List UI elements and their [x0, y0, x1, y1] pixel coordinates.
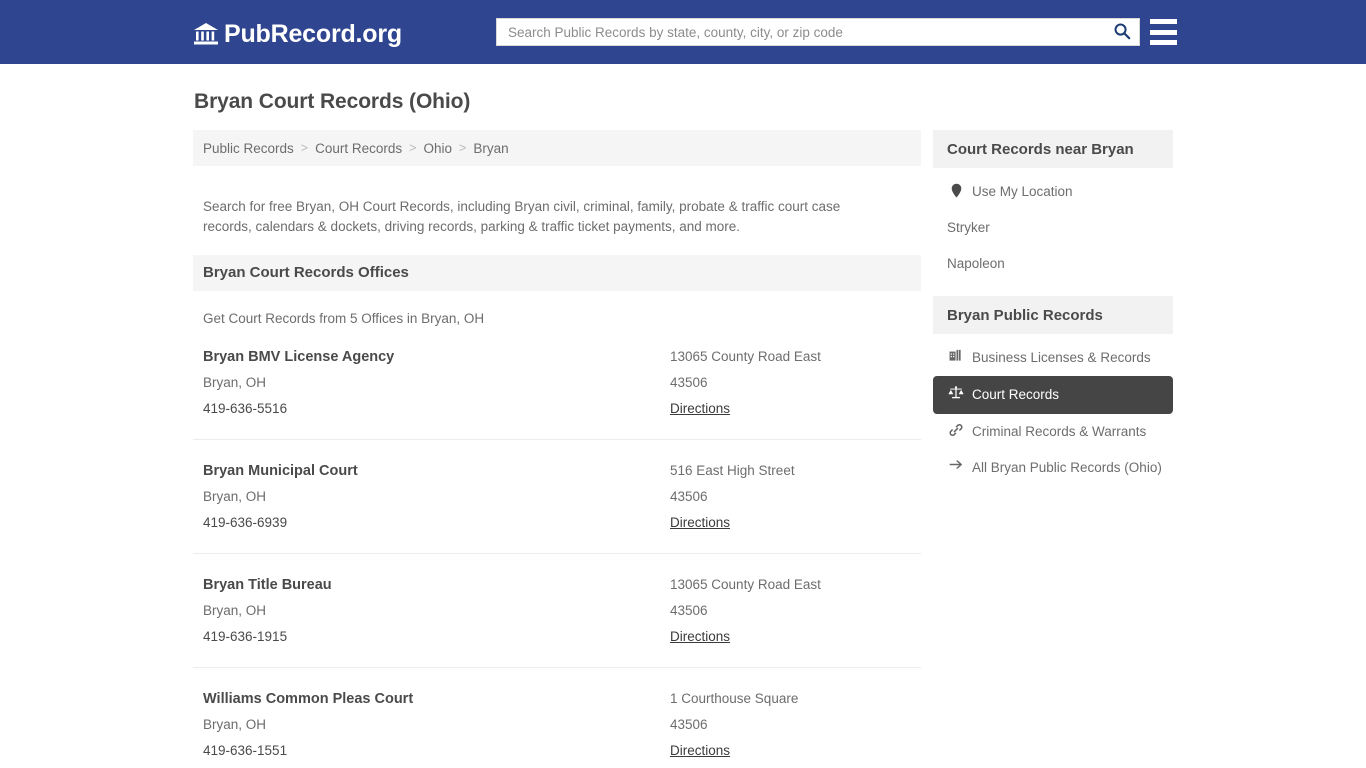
sidebar-item-label: Stryker: [947, 220, 990, 235]
directions-link[interactable]: Directions: [670, 510, 730, 536]
sidebar-heading-near: Court Records near Bryan: [933, 130, 1173, 168]
court-records-near-box: Court Records near Bryan Use My Location: [933, 130, 1173, 282]
office-name: Williams Common Pleas Court: [203, 690, 414, 707]
balance-scale-icon: [947, 385, 965, 399]
office-info: Williams Common Pleas Court Bryan, OH 41…: [203, 686, 670, 764]
office-street: 516 East High Street: [670, 462, 795, 478]
site-logo-text: PubRecord.org: [224, 20, 402, 48]
directions-link[interactable]: Directions: [670, 396, 730, 422]
offices-list: Bryan BMV License Agency Bryan, OH 419-6…: [193, 326, 921, 768]
breadcrumb-separator: >: [459, 141, 467, 155]
office-zip: 43506: [670, 374, 708, 390]
sidebar-item-label: All Bryan Public Records (Ohio): [972, 460, 1162, 475]
office-info: Bryan Municipal Court Bryan, OH 419-636-…: [203, 458, 670, 536]
sidebar-item-business-licenses[interactable]: Business Licenses & Records: [933, 340, 1173, 376]
page-intro-text: Search for free Bryan, OH Court Records,…: [203, 198, 841, 234]
breadcrumb-item-ohio[interactable]: Ohio: [423, 141, 452, 156]
sidebar-item-court-records[interactable]: Court Records: [933, 376, 1173, 414]
site-logo[interactable]: PubRecord.org: [193, 18, 402, 50]
sidebar-near-list: Use My Location Stryker Napoleon: [933, 168, 1173, 282]
menu-bar-3: [1150, 40, 1177, 45]
search-bar: [496, 18, 1140, 46]
briefcase-icon: [947, 348, 965, 361]
breadcrumb-separator: >: [300, 141, 309, 155]
offices-section-heading: Bryan Court Records Offices: [193, 254, 921, 291]
office-phone: 419-636-1551: [203, 742, 288, 758]
office-address: 13065 County Road East 43506 Directions: [670, 572, 911, 650]
sidebar-item-label: Napoleon: [947, 256, 1005, 271]
menu-bar-2: [1150, 29, 1177, 35]
office-name: Bryan Municipal Court: [203, 462, 358, 479]
office-name: Bryan Title Bureau: [203, 576, 332, 593]
office-info: Bryan Title Bureau Bryan, OH 419-636-191…: [203, 572, 670, 650]
page-body: Bryan Court Records (Ohio) Public Record…: [0, 64, 1366, 768]
office-zip: 43506: [670, 602, 708, 618]
bryan-public-records-box: Bryan Public Records Business Licenses &…: [933, 296, 1173, 486]
table-row: Williams Common Pleas Court Bryan, OH 41…: [193, 668, 921, 768]
search-button[interactable]: [1105, 19, 1139, 45]
sidebar: Court Records near Bryan Use My Location: [933, 130, 1173, 500]
office-city-state: Bryan, OH: [203, 374, 267, 390]
directions-link[interactable]: Directions: [670, 738, 730, 764]
arrow-right-icon: [947, 458, 965, 470]
sidebar-heading-public-records: Bryan Public Records: [933, 296, 1173, 334]
office-zip: 43506: [670, 488, 708, 504]
map-pin-icon: [947, 182, 965, 198]
sidebar-item-label: Use My Location: [972, 184, 1073, 199]
menu-bar-1: [1150, 19, 1177, 24]
office-zip: 43506: [670, 716, 708, 732]
office-phone: 419-636-5516: [203, 400, 288, 416]
sidebar-item-all-public-records[interactable]: All Bryan Public Records (Ohio): [933, 450, 1173, 486]
office-city-state: Bryan, OH: [203, 488, 267, 504]
office-name: Bryan BMV License Agency: [203, 348, 395, 365]
sidebar-item-criminal-records[interactable]: Criminal Records & Warrants: [933, 414, 1173, 450]
breadcrumb-item-bryan[interactable]: Bryan: [473, 141, 508, 156]
breadcrumb-item-public-records[interactable]: Public Records: [203, 141, 294, 156]
office-city-state: Bryan, OH: [203, 602, 267, 618]
office-street: 1 Courthouse Square: [670, 690, 799, 706]
sidebar-item-use-my-location[interactable]: Use My Location: [933, 174, 1173, 210]
offices-section-subheading: Get Court Records from 5 Offices in Brya…: [203, 310, 485, 326]
table-row: Bryan Municipal Court Bryan, OH 419-636-…: [193, 440, 921, 554]
sidebar-public-records-list: Business Licenses & Records Court Record…: [933, 334, 1173, 486]
office-address: 13065 County Road East 43506 Directions: [670, 344, 911, 422]
sidebar-item-label: Criminal Records & Warrants: [972, 424, 1147, 439]
content-container: Bryan Court Records (Ohio) Public Record…: [193, 64, 1173, 768]
breadcrumb-separator: >: [409, 141, 417, 155]
sidebar-item-napoleon[interactable]: Napoleon: [933, 246, 1173, 282]
office-phone: 419-636-6939: [203, 514, 288, 530]
main-column: Public Records > Court Records > Ohio > …: [193, 130, 921, 768]
hamburger-menu-icon[interactable]: [1150, 19, 1177, 45]
sidebar-item-label: Business Licenses & Records: [972, 350, 1151, 365]
sidebar-item-stryker[interactable]: Stryker: [933, 210, 1173, 246]
search-icon: [1113, 22, 1131, 43]
office-address: 516 East High Street 43506 Directions: [670, 458, 911, 536]
office-phone: 419-636-1915: [203, 628, 288, 644]
table-row: Bryan BMV License Agency Bryan, OH 419-6…: [193, 326, 921, 440]
table-row: Bryan Title Bureau Bryan, OH 419-636-191…: [193, 554, 921, 668]
content-columns: Public Records > Court Records > Ohio > …: [193, 130, 1173, 768]
office-street: 13065 County Road East: [670, 576, 821, 592]
directions-link[interactable]: Directions: [670, 624, 730, 650]
bank-building-icon: [193, 22, 219, 46]
office-address: 1 Courthouse Square 43506 Directions: [670, 686, 911, 764]
breadcrumb-item-court-records[interactable]: Court Records: [315, 141, 402, 156]
office-street: 13065 County Road East: [670, 348, 821, 364]
page-title: Bryan Court Records (Ohio): [194, 90, 471, 113]
site-header: PubRecord.org: [0, 0, 1366, 64]
breadcrumb: Public Records > Court Records > Ohio > …: [193, 130, 921, 166]
search-input[interactable]: [497, 19, 1105, 45]
sidebar-item-label: Court Records: [972, 387, 1060, 402]
chain-link-icon: [947, 422, 965, 437]
office-city-state: Bryan, OH: [203, 716, 267, 732]
office-info: Bryan BMV License Agency Bryan, OH 419-6…: [203, 344, 670, 422]
